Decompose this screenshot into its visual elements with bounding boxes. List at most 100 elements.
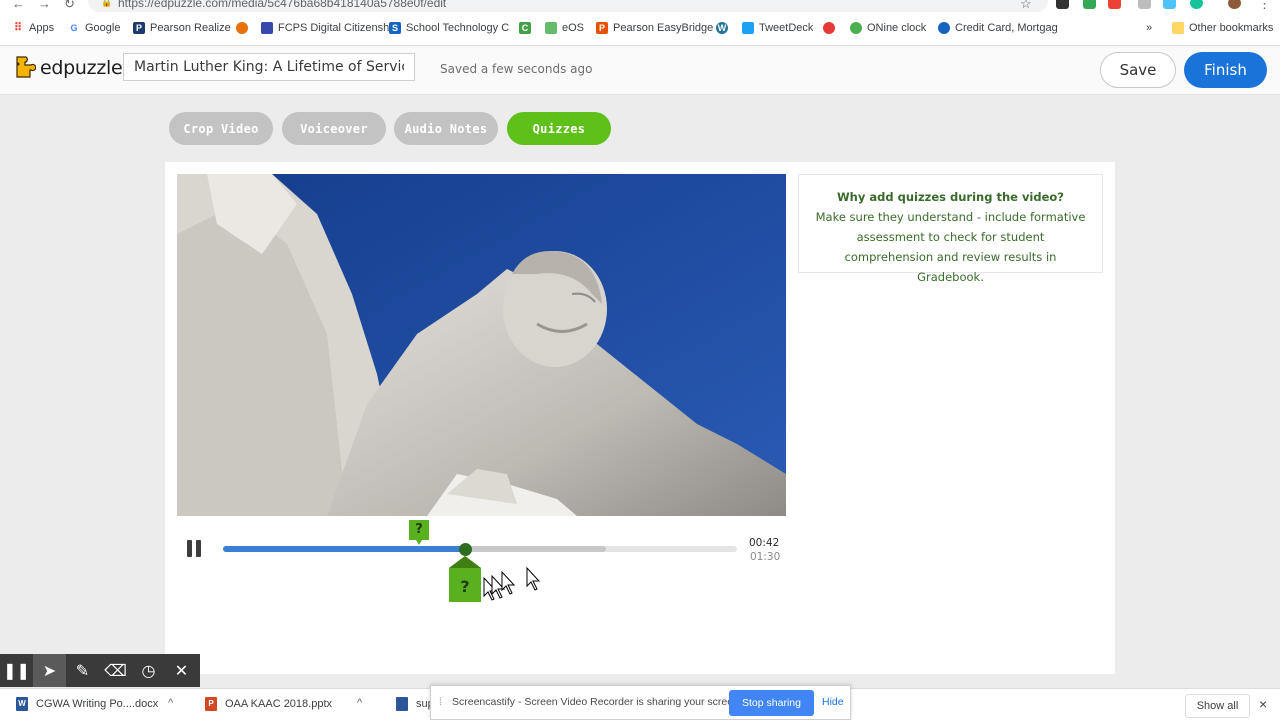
browser-url-strip: ← → ↻ 🔒 https://edpuzzle.com/media/5c476… [0, 0, 1280, 12]
profile-avatar[interactable] [1228, 0, 1241, 9]
pause-bar [187, 540, 192, 557]
save-button[interactable]: Save [1100, 52, 1176, 88]
extension-icon[interactable] [1056, 0, 1069, 9]
pen-tool-icon[interactable]: ✎ [66, 654, 99, 687]
total-time: 01:30 [750, 551, 781, 563]
show-all-downloads-button[interactable]: Show all [1185, 694, 1250, 718]
chevron-up-icon[interactable]: ^ [357, 697, 362, 709]
bookmark-icon-only[interactable] [823, 22, 835, 34]
tip-body: Make sure they understand - include form… [815, 210, 1086, 284]
eos-icon [545, 22, 557, 34]
edpuzzle-logo[interactable]: edpuzzle [12, 55, 123, 81]
bookmark-school-tech[interactable]: S School Technology C [389, 22, 509, 34]
download-label: CGWA Writing Po....docx [36, 698, 159, 710]
bookmark-icon-only[interactable] [236, 22, 248, 34]
tip-title: Why add quizzes during the video? [837, 190, 1064, 204]
chase-icon [938, 22, 950, 34]
tweetdeck-icon [742, 22, 754, 34]
bookmark-pearson-realize[interactable]: P Pearson Realize [133, 22, 231, 34]
bookmark-apps[interactable]: ⠿ Apps [12, 22, 54, 34]
stop-sharing-button[interactable]: Stop sharing [729, 690, 814, 716]
bookmark-google[interactable]: G Google [68, 22, 120, 34]
chevron-up-icon[interactable]: ^ [168, 697, 173, 709]
extension-icon[interactable] [1190, 0, 1203, 9]
bookmark-label: FCPS Digital Citizensh [278, 22, 390, 34]
flame-icon [236, 22, 248, 34]
extension-icon[interactable] [1083, 0, 1096, 9]
forward-icon[interactable]: → [38, 0, 51, 11]
bookmark-label: eOS [562, 22, 585, 34]
saved-status: Saved a few seconds ago [440, 62, 593, 76]
pearson-icon: P [596, 22, 608, 34]
tab-voiceover[interactable]: Voiceover [282, 112, 386, 145]
extension-icon[interactable] [1163, 0, 1176, 9]
pause-button[interactable] [187, 540, 207, 560]
bookmark-icon-only[interactable]: C [519, 22, 531, 34]
pearson-icon: P [133, 22, 145, 34]
bookmark-label: School Technology C [406, 22, 510, 34]
eraser-tool-icon[interactable]: ⌫ [99, 654, 132, 687]
screencastify-toolbar: ❚❚ ➤ ✎ ⌫ ◷ ✕ [0, 654, 200, 687]
screen-sharing-notice: ⁞ Screencastify - Screen Video Recorder … [430, 685, 851, 720]
reload-icon[interactable]: ↻ [64, 0, 75, 12]
playhead-handle[interactable] [458, 543, 472, 556]
sharepoint-icon: S [389, 22, 401, 34]
progress-track[interactable] [223, 543, 737, 556]
back-icon[interactable]: ← [12, 0, 25, 11]
download-item[interactable]: W CGWA Writing Po....docx [16, 697, 158, 711]
add-quiz-button[interactable]: ? [449, 556, 481, 602]
bookmark-tweetdeck[interactable]: TweetDeck [742, 22, 813, 34]
timer-icon[interactable]: ◷ [132, 654, 165, 687]
tab-quizzes[interactable]: Quizzes [507, 112, 611, 145]
clock-icon [850, 22, 862, 34]
hide-link[interactable]: Hide [822, 696, 844, 708]
cursor-tool-icon[interactable]: ➤ [33, 654, 66, 687]
logo-text: edpuzzle [40, 57, 123, 79]
bookmark-label: Pearson Realize [150, 22, 231, 34]
add-quiz-icon: ? [449, 556, 481, 602]
bookmark-credit-card[interactable]: Credit Card, Mortgag [938, 22, 1058, 34]
bookmark-icon-only[interactable]: W [716, 22, 728, 34]
bookmark-label: ONine clock [867, 22, 927, 34]
quiz-marker[interactable]: ? [409, 520, 429, 545]
drag-handle-icon[interactable]: ⁞ [439, 697, 442, 708]
video-title-input[interactable] [123, 53, 415, 81]
current-time: 00:42 [749, 537, 780, 549]
bookmark-fcps[interactable]: FCPS Digital Citizensh [261, 22, 389, 34]
finish-button[interactable]: Finish [1184, 52, 1267, 88]
add-quiz-label: ? [460, 577, 469, 596]
extension-icon[interactable] [1108, 0, 1121, 9]
bookmark-star-icon[interactable]: ☆ [1020, 0, 1032, 12]
close-toolbar-icon[interactable]: ✕ [165, 654, 198, 687]
download-item[interactable]: P OAA KAAC 2018.pptx [205, 697, 332, 711]
cursor-trail-icon [483, 566, 541, 601]
quiz-tip-box: Why add quizzes during the video? Make s… [798, 174, 1103, 284]
video-player[interactable] [177, 174, 786, 516]
overflow-chevron-icon: » [1146, 22, 1153, 34]
menu-icon[interactable]: ⋮ [1258, 0, 1271, 12]
mlk-memorial-video-frame [177, 174, 786, 516]
other-bookmarks[interactable]: Other bookmarks [1172, 22, 1273, 34]
download-item[interactable]: sup [396, 697, 434, 711]
c-icon: C [519, 22, 531, 34]
tab-audio-notes[interactable]: Audio Notes [394, 112, 498, 145]
bookmarks-overflow-button[interactable]: » [1146, 22, 1152, 34]
google-icon: G [70, 23, 78, 33]
lock-icon: 🔒 [101, 0, 113, 7]
pause-recording-icon[interactable]: ❚❚ [0, 654, 33, 687]
close-icon[interactable]: × [1259, 696, 1267, 712]
wordpress-icon: W [716, 22, 728, 34]
extension-icon[interactable] [1138, 0, 1151, 9]
bookmark-eos[interactable]: eOS [545, 22, 584, 34]
bookmark-pearson-easybridge[interactable]: P Pearson EasyBridge [596, 22, 713, 34]
puzzle-logo-icon [16, 56, 36, 78]
editor-header: edpuzzle Saved a few seconds ago Save Fi… [0, 46, 1280, 95]
bookmark-onine-clock[interactable]: ONine clock [850, 22, 926, 34]
tab-crop-video[interactable]: Crop Video [169, 112, 273, 145]
url-text[interactable]: https://edpuzzle.com/media/5c476ba68b418… [118, 0, 446, 10]
bookmark-label: Apps [29, 22, 55, 34]
powerpoint-file-icon: P [205, 697, 217, 711]
bookmarks-bar: ⠿ Apps G Google P Pearson Realize FCPS D… [0, 12, 1280, 46]
bookmark-label: TweetDeck [759, 22, 814, 34]
download-label: OAA KAAC 2018.pptx [225, 698, 333, 710]
